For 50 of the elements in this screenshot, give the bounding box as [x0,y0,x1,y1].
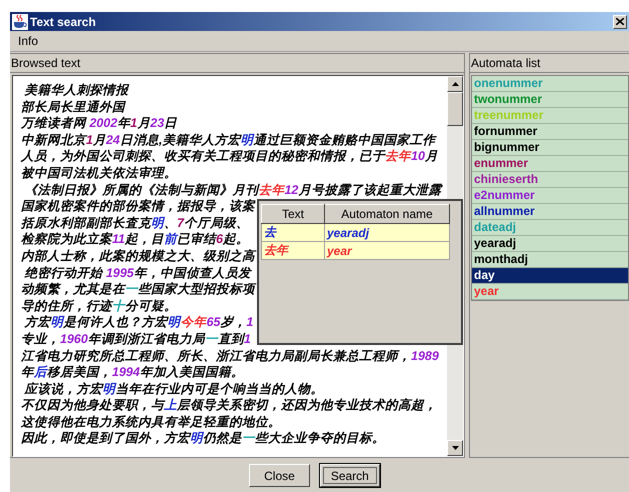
text-line: 这使得他在电力系统内具有举足轻重的地位。 [21,414,281,430]
text-line: 被中国司法机关依法审理。 [21,164,177,182]
close-dialog-button[interactable]: Close [249,464,310,487]
text-line: 年后移居美国，1994年加入美国国籍。 [21,364,244,381]
text-line: 检察院为此立案11起，目前已审结6起。 [21,231,249,248]
panel-label: Browsed text [10,54,464,73]
close-icon [616,18,624,25]
scroll-thumb[interactable] [447,92,463,126]
down-arrow-icon [452,446,458,450]
scroll-down-button[interactable] [447,440,463,456]
search-button[interactable]: Search [320,464,380,487]
column-header[interactable]: Text [262,204,324,224]
list-item[interactable]: yearadj [472,236,628,252]
table-cell: 去 [262,224,324,242]
text-area[interactable] [12,75,464,457]
window-title: Text search [30,14,97,28]
text-line: 因此，即使是到了国外，方宏明仍然是一些大企业争夺的目标。 [21,430,385,448]
text-line: 不仅因为他身处要职，与上层领导关系密切，还因为他专业技术的高超， [21,397,437,414]
text-line: 人员，为外国公司刺探、收买有关工程项目的秘密和情报，已于去年10月 [21,148,438,165]
close-button[interactable] [613,14,627,28]
text-line: 导的住所，行迹十分可疑。 [21,298,177,314]
text-line: 内部人士称，此案的规模之大、级别之高 [21,248,255,265]
text-line: 括原水利部副部长査克明、7个厅局级、 [21,214,249,232]
text-line: 《法制日报》所属的《法制与新闻》月刊去年12月号披露了该起重大泄露 [23,182,442,198]
text-line: 国家机密案件的部份案情，据报导，该案 [21,198,255,215]
up-arrow-icon [452,82,458,86]
list-item[interactable]: allnummer [472,204,628,220]
text-line: 动频繁，尤其是在一些国家大型招投标项 [21,281,255,298]
text-line: 部长局长里通外国 [21,98,125,116]
text-line: 应该说，方宏明当年在行业内可是个响当当的人物。 [23,380,324,398]
list-item[interactable]: chinieserth [472,172,628,188]
text-line: 专业，1960年调到浙江省电力局一直到1 [21,330,251,348]
text-line: 江省电力研究所总工程师、所长、浙江省电力局副局长兼总工程师，1989 [21,348,439,364]
text-line: 美籍华人刺探情报 [23,82,128,99]
text-line: 方宏明是何许人也？方宏明今年65岁，1 [23,314,254,331]
scroll-up-button[interactable] [447,76,463,92]
list-item[interactable]: day [472,268,628,284]
list-item[interactable]: bignummer [472,140,628,156]
list-item[interactable]: enummer [472,156,628,172]
column-header[interactable]: Automaton name [324,204,450,224]
text-line: 万维读者网 2002年1月23日 [21,115,178,132]
text-line: 绝密行动开始 1995年，中国侦查人员发 [23,264,251,282]
panel-label: Automata list [470,54,629,73]
text-line: 中新网北京1月24日消息,美籍华人方宏明通过巨额资金贿赂中国国家工作 [21,132,436,148]
list-item[interactable]: e2nummer [472,188,628,204]
menu-item[interactable]: Info [16,34,40,48]
table-cell: year [324,242,450,260]
table-cell: yearadj [324,224,450,242]
list-item[interactable]: fornummer [472,124,628,140]
table-cell: 去年 [262,242,324,260]
